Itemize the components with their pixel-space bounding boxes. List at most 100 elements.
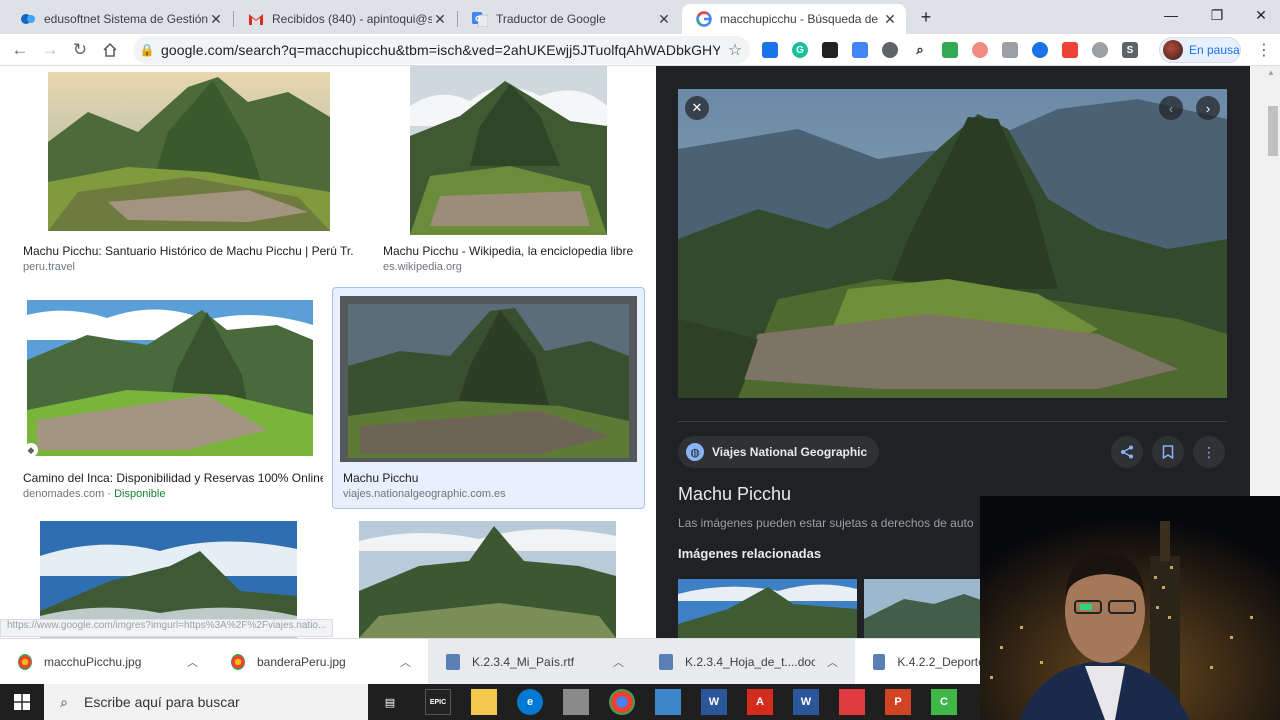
extension-calendar-icon[interactable] [762,42,778,58]
extension-block-icon[interactable] [1092,42,1108,58]
tab-google-translate[interactable]: G Traductor de Google ✕ [458,4,680,34]
availability-label: Disponible [114,488,166,500]
chevron-up-icon[interactable]: ︿ [613,654,624,670]
result-image-6[interactable] [359,521,616,638]
word-icon[interactable]: W [701,689,727,715]
close-window-button[interactable]: ✕ [1238,0,1280,30]
result-image-4[interactable] [340,296,637,462]
restore-icon: ❐ [1210,6,1224,23]
result-image-1[interactable] [48,72,330,231]
profile-button[interactable]: En pausa [1159,37,1241,63]
close-icon[interactable]: ✕ [208,11,224,28]
tab-gmail[interactable]: Recibidos (840) - apintoqui@sco ✕ [234,4,456,34]
app-red-icon[interactable] [839,689,865,715]
result-title[interactable]: Camino del Inca: Disponibilidad y Reserv… [23,471,323,485]
tab-strip: edusoftnet Sistema de Gestión E ✕ Recibi… [0,0,1280,34]
more-options-button[interactable]: ⋮ [1193,436,1225,468]
download-item[interactable]: K.2.3.4_Hoja_de_t....docx ︿ [641,639,855,685]
preview-title[interactable]: Machu Picchu [678,484,791,505]
source-chip[interactable]: ◍ Viajes National Geographic [678,436,880,468]
reload-button[interactable]: ↻ [68,38,92,62]
machu-picchu-image [348,304,629,458]
close-icon[interactable]: ✕ [432,11,448,28]
scrollbar-thumb[interactable] [1268,106,1278,156]
result-source-separator: · [104,488,115,500]
result-source: es.wikipedia.org [383,261,462,273]
epic-games-icon[interactable]: EPIC [425,689,451,715]
related-image-2[interactable] [864,579,984,638]
machu-picchu-image [864,579,984,638]
tab-title: Recibidos (840) - apintoqui@sco [272,12,432,26]
edge-icon[interactable]: e [517,689,543,715]
google-icon [696,11,712,27]
file-explorer-icon[interactable] [471,689,497,715]
result-title[interactable]: Machu Picchu - Wikipedia, la enciclopedi… [383,244,643,258]
address-bar[interactable]: 🔒 google.com/search?q=macchupicchu&tbm=i… [133,36,750,64]
download-filename: K.2.3.4_Mi_País.rtf [472,655,575,669]
close-icon[interactable]: ✕ [882,11,898,28]
extension-pdf-icon[interactable] [1062,42,1078,58]
extension-grammarly-icon[interactable]: G [792,42,808,58]
extension-pen-icon[interactable] [1032,42,1048,58]
powerpoint-icon[interactable]: P [885,689,911,715]
back-button[interactable]: ← [8,38,32,62]
taskbar-search[interactable]: ⌕ Escribe aquí para buscar [44,684,368,720]
new-tab-button[interactable]: + [915,6,937,28]
store-icon[interactable] [563,689,589,715]
word-icon[interactable]: W [793,689,819,715]
download-item[interactable]: banderaPeru.jpg ︿ [213,639,428,685]
home-button[interactable] [98,38,122,62]
extension-s-icon[interactable]: S [1122,42,1138,58]
extension-mail-icon[interactable] [1002,42,1018,58]
bookmark-icon [1162,445,1174,459]
previous-image-button[interactable]: ‹ [1159,96,1183,120]
extension-search-icon[interactable]: ⌕ [912,42,928,58]
document-icon [446,654,460,670]
photos-icon[interactable] [655,689,681,715]
more-vert-icon: ⋮ [1202,443,1216,460]
extension-translate-icon[interactable] [852,42,868,58]
acrobat-icon[interactable]: A [747,689,773,715]
forward-button[interactable]: → [38,38,62,62]
result-image-3[interactable] [27,300,313,456]
chevron-up-icon[interactable]: ︿ [827,654,838,670]
extension-clapper-icon[interactable] [822,42,838,58]
document-icon [873,654,886,670]
chevron-up-icon[interactable]: ︿ [400,654,411,670]
extension-circle-icon[interactable] [882,42,898,58]
result-title[interactable]: Machu Picchu [343,471,633,485]
extension-play-icon[interactable] [972,42,988,58]
lock-icon: 🔒 [139,43,155,57]
result-title[interactable]: Machu Picchu: Santuario Histórico de Mac… [23,244,353,258]
preview-image[interactable] [678,89,1227,398]
scroll-up-icon[interactable]: ▲ [1267,68,1275,77]
result-source: viajes.nationalgeographic.com.es [343,488,506,500]
maximize-button[interactable]: ❐ [1194,0,1240,30]
chrome-icon[interactable] [609,689,635,715]
download-item[interactable]: K.2.3.4_Mi_País.rtf ︿ [428,639,641,685]
browser-menu-button[interactable]: ⋮ [1254,38,1274,62]
camtasia-icon[interactable]: C [931,689,957,715]
tab-google-search[interactable]: macchupicchu - Búsqueda de Go ✕ [682,4,906,34]
minimize-button[interactable]: — [1148,0,1194,30]
windows-logo-icon [14,694,30,710]
result-source: peru.travel [23,261,75,273]
tab-edusoftnet[interactable]: edusoftnet Sistema de Gestión E ✕ [6,4,232,34]
close-preview-button[interactable]: ✕ [685,96,709,120]
chevron-right-icon: › [1205,100,1211,116]
save-button[interactable] [1152,436,1184,468]
download-item[interactable]: macchuPicchu.jpg ︿ [0,639,213,685]
download-item[interactable]: K.4.2.2_Deportes [855,639,980,685]
start-button[interactable] [0,684,44,720]
bookmark-star-icon[interactable]: ☆ [720,40,750,60]
related-image-1[interactable] [678,579,857,638]
close-icon[interactable]: ✕ [656,11,672,28]
next-image-button[interactable]: › [1196,96,1220,120]
chevron-up-icon[interactable]: ︿ [187,654,198,670]
task-view-icon[interactable]: ▤ [377,689,403,715]
extension-shield-icon[interactable] [942,42,958,58]
result-source: denomades.com · Disponible [23,488,165,500]
result-image-2[interactable] [410,66,607,235]
share-button[interactable] [1111,436,1143,468]
result-source-domain: denomades.com [23,488,105,500]
